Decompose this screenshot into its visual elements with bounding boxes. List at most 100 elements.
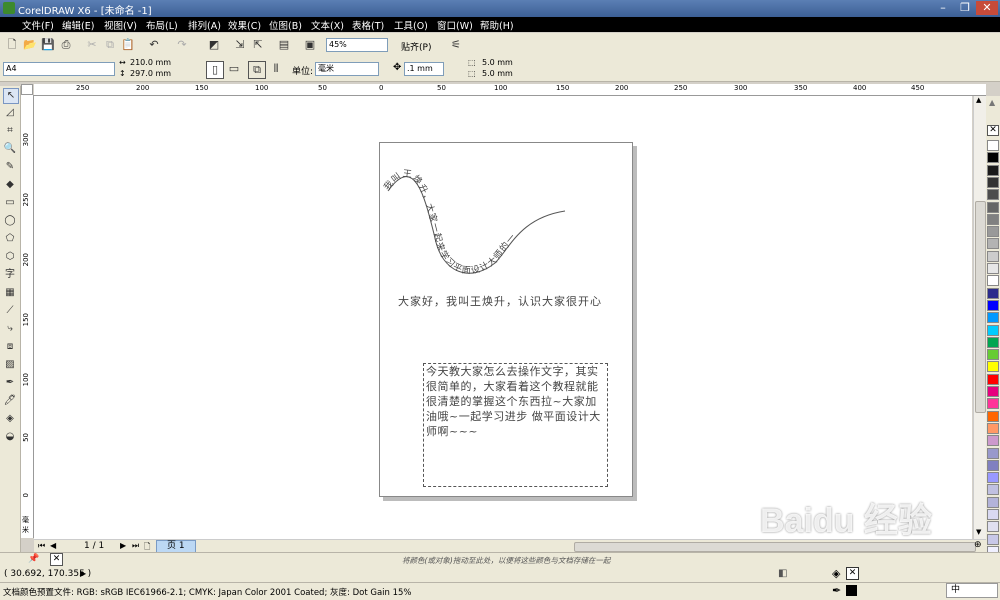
outline-pen-icon[interactable]: 🖊: [3, 394, 17, 408]
color-swatch[interactable]: [987, 226, 999, 238]
search-content-icon[interactable]: ◩: [206, 37, 222, 53]
paste-icon[interactable]: 📋: [120, 37, 136, 53]
color-swatch[interactable]: [987, 299, 999, 311]
copy-icon[interactable]: ⧉: [102, 37, 118, 53]
artistic-text[interactable]: 大家好，我叫王焕升，认识大家很开心: [398, 293, 602, 309]
vertical-scroll-thumb[interactable]: [975, 201, 986, 413]
options-icon[interactable]: ⚟: [448, 37, 464, 53]
menu-file[interactable]: 文件(F): [22, 18, 54, 32]
menu-window[interactable]: 窗口(W): [437, 18, 473, 32]
close-button[interactable]: ✕: [976, 1, 998, 15]
color-swatch[interactable]: [987, 238, 999, 250]
color-swatch[interactable]: [987, 275, 999, 287]
prev-page-icon[interactable]: ◀: [50, 541, 56, 550]
color-swatch[interactable]: [987, 373, 999, 385]
blend-tool-icon[interactable]: ⧈: [3, 340, 17, 354]
horizontal-scroll-thumb[interactable]: [574, 542, 976, 552]
color-swatch[interactable]: [987, 250, 999, 262]
page-size-select[interactable]: A4: [3, 62, 115, 76]
color-swatch[interactable]: [987, 521, 999, 533]
restore-button[interactable]: ❐: [954, 1, 976, 15]
welcome-screen-icon[interactable]: ▣: [302, 37, 318, 53]
color-swatch[interactable]: [987, 459, 999, 471]
document-page[interactable]: 我叫王焕升，大家一起来学习平面设计大师的一 大家好，我叫王焕升，认识大家很开心 …: [379, 142, 633, 497]
fill-indicator-icon[interactable]: ◈: [832, 567, 840, 580]
import-icon[interactable]: ⇲: [232, 37, 248, 53]
freehand-tool-icon[interactable]: ✎: [3, 160, 17, 174]
page-height-field[interactable]: 297.0 mm: [128, 69, 180, 78]
paragraph-text-frame[interactable]: 今天教大家怎么去操作文字，其实很简单的，大家看着这个教程就能很清楚的掌握这个东西…: [423, 363, 608, 487]
snap-to-menu[interactable]: 贴齐(P): [401, 40, 431, 53]
color-swatch[interactable]: [987, 201, 999, 213]
palette-scroll-up-icon[interactable]: ▲: [989, 98, 995, 107]
save-icon[interactable]: 💾: [40, 37, 56, 53]
shape-tool-icon[interactable]: ◿: [3, 106, 17, 120]
smart-fill-icon[interactable]: ◆: [3, 178, 17, 192]
application-launcher-icon[interactable]: ▤: [276, 37, 292, 53]
status-expand-icon[interactable]: ▶: [80, 569, 86, 578]
color-swatch[interactable]: [987, 164, 999, 176]
menu-help[interactable]: 帮助(H): [480, 18, 514, 32]
zoom-level-select[interactable]: 45%: [326, 38, 388, 52]
no-color-swatch[interactable]: ✕: [987, 125, 999, 136]
scroll-up-icon[interactable]: ▲: [976, 96, 981, 104]
redo-icon[interactable]: ↷: [174, 37, 190, 53]
color-swatch[interactable]: [987, 189, 999, 201]
new-document-icon[interactable]: 🗋: [4, 37, 20, 53]
color-swatch[interactable]: [987, 386, 999, 397]
eyedropper-tool-icon[interactable]: ✒: [3, 376, 17, 390]
color-swatch[interactable]: [987, 447, 999, 459]
duplicate-x-field[interactable]: 5.0 mm: [480, 58, 530, 67]
last-page-icon[interactable]: ⏭: [132, 541, 139, 551]
landscape-icon[interactable]: ▭: [226, 61, 242, 77]
ellipse-tool-icon[interactable]: ◯: [3, 214, 17, 228]
doc-no-color-swatch[interactable]: ✕: [50, 553, 63, 566]
color-swatch[interactable]: [987, 484, 999, 496]
menu-bitmaps[interactable]: 位图(B): [269, 18, 302, 32]
current-page-icon[interactable]: ⫴: [268, 61, 284, 77]
ime-indicator[interactable]: 中: [946, 583, 998, 598]
color-swatch[interactable]: [987, 472, 999, 484]
horizontal-ruler[interactable]: 250 200 150 100 50 0 50 100 150 200 250 …: [34, 84, 986, 96]
pick-tool-icon[interactable]: ↖: [3, 88, 19, 104]
vertical-scrollbar[interactable]: ▲ ▼: [973, 96, 986, 539]
next-page-icon[interactable]: ▶: [120, 541, 126, 550]
color-swatch[interactable]: [987, 287, 999, 299]
color-profile-info[interactable]: 文档颜色预置文件: RGB: sRGB IEC61966-2.1; CMYK: …: [3, 586, 412, 598]
color-swatch[interactable]: [987, 176, 999, 188]
cut-icon[interactable]: ✂: [84, 37, 100, 53]
portrait-icon[interactable]: ▯: [206, 61, 224, 79]
color-swatch[interactable]: [987, 435, 999, 447]
color-swatch[interactable]: [987, 213, 999, 225]
minimize-button[interactable]: –: [932, 1, 954, 15]
menu-text[interactable]: 文本(X): [311, 18, 344, 32]
zoom-fit-icon[interactable]: ⊕: [974, 540, 982, 550]
menu-table[interactable]: 表格(T): [352, 18, 384, 32]
zoom-tool-icon[interactable]: 🔍: [3, 142, 17, 156]
color-swatch[interactable]: [987, 152, 999, 164]
color-swatch[interactable]: [987, 422, 999, 434]
color-swatch[interactable]: [987, 361, 999, 373]
export-icon[interactable]: ⇱: [250, 37, 266, 53]
polygon-tool-icon[interactable]: ⬠: [3, 232, 17, 246]
basic-shapes-icon[interactable]: ⬡: [3, 250, 17, 264]
all-pages-icon[interactable]: ⧉: [248, 61, 266, 79]
menu-effects[interactable]: 效果(C): [228, 18, 261, 32]
first-page-icon[interactable]: ⏮: [38, 541, 45, 551]
text-tool-icon[interactable]: 字: [3, 268, 17, 282]
color-swatch[interactable]: [987, 349, 999, 361]
interactive-fill-icon[interactable]: ◒: [3, 430, 17, 444]
menu-edit[interactable]: 编辑(E): [62, 18, 94, 32]
color-swatch[interactable]: [987, 533, 999, 545]
color-swatch[interactable]: [987, 336, 999, 348]
color-swatch[interactable]: [987, 496, 999, 508]
outline-color-swatch[interactable]: [846, 585, 857, 596]
color-swatch[interactable]: [987, 324, 999, 336]
menu-tools[interactable]: 工具(O): [394, 18, 428, 32]
duplicate-y-field[interactable]: 5.0 mm: [480, 69, 530, 78]
scroll-down-icon[interactable]: ▼: [976, 528, 981, 536]
unit-select[interactable]: 毫米: [315, 62, 379, 76]
table-tool-icon[interactable]: ▦: [3, 286, 17, 300]
connector-tool-icon[interactable]: ⤷: [3, 322, 17, 336]
crop-tool-icon[interactable]: ⌗: [3, 124, 17, 138]
